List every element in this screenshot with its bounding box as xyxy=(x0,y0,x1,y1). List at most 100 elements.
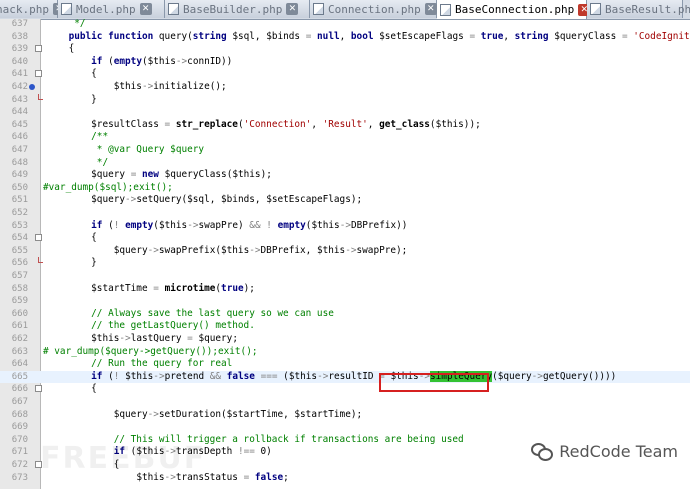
code-line[interactable]: 664 // Run the query for real xyxy=(0,358,690,371)
code-line[interactable]: 667 xyxy=(0,396,690,409)
line-number: 655 xyxy=(11,245,28,256)
code-line[interactable]: 658 $startTime = microtime(true); xyxy=(0,283,690,296)
code-text: * @var Query $query xyxy=(46,144,205,155)
code-line[interactable]: 641 { xyxy=(0,68,690,81)
close-icon[interactable]: ✕ xyxy=(139,3,152,15)
php-file-icon xyxy=(313,3,324,15)
code-text: // Always save the last query so we can … xyxy=(46,307,334,319)
line-number: 643 xyxy=(11,94,28,105)
tab-label: Connection.php xyxy=(328,2,421,16)
line-number: 668 xyxy=(11,409,28,420)
line-number: 672 xyxy=(11,460,28,470)
line-number: 654 xyxy=(11,233,28,244)
code-line[interactable]: 638 public function query(string $sql, $… xyxy=(0,31,690,44)
line-number: 665 xyxy=(11,371,28,382)
code-line[interactable]: 647 * @var Query $query xyxy=(0,144,690,157)
line-number: 647 xyxy=(11,145,28,155)
line-number: 664 xyxy=(11,359,28,370)
code-line[interactable]: 669 xyxy=(0,421,690,434)
line-number: 651 xyxy=(11,195,28,206)
tab-label: BaseBuilder.php xyxy=(183,2,283,16)
line-number: 650 xyxy=(11,182,28,193)
code-text: */ xyxy=(46,156,109,168)
code-line[interactable]: 644 xyxy=(0,106,690,119)
freebuf-watermark: FREEBUF xyxy=(40,441,207,476)
code-line[interactable]: 639 { xyxy=(0,43,690,56)
tab-label: BaseConnection.php xyxy=(455,3,575,16)
code-editor[interactable]: 637 */638 public function query(string $… xyxy=(0,19,690,489)
code-text: /** xyxy=(46,131,109,143)
code-line[interactable]: 645 $resultClass = str_replace('Connecti… xyxy=(0,119,690,132)
code-text: if (empty($this->connID)) xyxy=(91,55,233,67)
wechat-watermark: RedCode Team xyxy=(531,442,678,461)
code-text: $query->swapPrefix($this->DBPrefix, $thi… xyxy=(113,244,408,256)
line-number: 663 xyxy=(11,346,28,357)
code-text: $query = new $queryClass($this); xyxy=(91,169,272,181)
code-line[interactable]: 648 */ xyxy=(0,157,690,170)
fold-toggle-icon[interactable] xyxy=(35,45,42,53)
code-line[interactable]: 665 if (! $this->pretend && false === ($… xyxy=(0,370,690,384)
code-line[interactable]: 643 } xyxy=(0,93,690,107)
line-number: 661 xyxy=(11,321,28,332)
tab-baseresult-php[interactable]: BaseResult.php✕ xyxy=(587,0,690,18)
line-number: 669 xyxy=(11,422,28,433)
close-icon[interactable]: ✕ xyxy=(286,3,299,15)
tab-model-php[interactable]: Model.php ✕ xyxy=(58,0,165,18)
code-line[interactable]: 662 $this->lastQuery = $query; xyxy=(0,333,690,346)
fold-toggle-icon[interactable] xyxy=(35,70,42,78)
line-number: 640 xyxy=(11,56,28,67)
tab-hack-php[interactable]: hack.php✕ xyxy=(0,0,65,18)
code-line[interactable]: 642 $this->initialize(); xyxy=(0,81,690,94)
line-number: 670 xyxy=(11,434,28,445)
php-file-icon xyxy=(590,3,601,15)
line-number: 639 xyxy=(11,44,28,55)
line-number: 642 xyxy=(11,82,28,92)
wechat-icon xyxy=(531,442,554,461)
line-number: 653 xyxy=(11,220,28,231)
editor-tab-bar: hack.php✕Model.php✕BaseBuilder.php✕Conne… xyxy=(0,0,690,20)
code-text: } xyxy=(46,93,97,105)
code-line[interactable]: 652 xyxy=(0,207,690,220)
code-line[interactable]: 649 $query = new $queryClass($this); xyxy=(0,169,690,182)
code-line[interactable]: 668 $query->setDuration($startTime, $sta… xyxy=(0,409,690,422)
line-number: 673 xyxy=(11,472,28,483)
tab-baseconnection-php[interactable]: BaseConnection.php ✕ xyxy=(437,0,591,19)
code-text: { xyxy=(46,383,97,395)
code-text: $query->setDuration($startTime, $startTi… xyxy=(113,408,363,420)
code-text: // the getLastQuery() method. xyxy=(46,320,255,332)
code-line[interactable]: 663 # var_dump($query->getQuery());exit()… xyxy=(0,346,690,359)
code-text: { xyxy=(46,232,97,244)
code-text: // Run the query for real xyxy=(46,358,233,370)
code-line[interactable]: 659 xyxy=(0,295,690,308)
code-line[interactable]: 666 { xyxy=(0,383,690,396)
line-number: 657 xyxy=(11,271,28,281)
breakpoint-marker-icon[interactable] xyxy=(29,84,35,90)
code-line[interactable]: 656 } xyxy=(0,257,690,270)
close-icon[interactable]: ✕ xyxy=(424,3,437,15)
line-number: 667 xyxy=(11,397,28,407)
code-line[interactable]: 661 // the getLastQuery() method. xyxy=(0,320,690,333)
tab-connection-php[interactable]: Connection.php ✕ xyxy=(310,0,437,18)
tab-basebuilder-php[interactable]: BaseBuilder.php ✕ xyxy=(165,0,310,18)
code-line[interactable]: 650 #var_dump($sql);exit(); xyxy=(0,182,690,195)
code-line[interactable]: 646 /** xyxy=(0,131,690,144)
fold-toggle-icon[interactable] xyxy=(35,234,42,242)
code-line[interactable]: 640 if (empty($this->connID)) xyxy=(0,56,690,69)
code-line[interactable]: 655 $query->swapPrefix($this->DBPrefix, … xyxy=(0,245,690,258)
code-line[interactable]: 637 */ xyxy=(0,19,690,31)
line-number: 666 xyxy=(11,384,28,395)
line-number: 671 xyxy=(11,447,28,458)
line-number: 659 xyxy=(11,296,28,307)
code-line[interactable]: 660 // Always save the last query so we … xyxy=(0,308,690,321)
code-text: $this->lastQuery = $query; xyxy=(91,333,238,344)
line-number: 637 xyxy=(11,19,28,29)
line-number: 662 xyxy=(11,334,28,344)
code-line[interactable]: 651 $query->setQuery($sql, $binds, $setE… xyxy=(0,194,690,207)
code-line[interactable]: 657 xyxy=(0,270,690,283)
fold-toggle-icon[interactable] xyxy=(35,385,42,393)
code-line[interactable]: 654 { xyxy=(0,232,690,245)
code-line[interactable]: 653 if (! empty($this->swapPre) && ! emp… xyxy=(0,220,690,233)
tab-label: BaseResult.php xyxy=(605,2,690,16)
code-text: { xyxy=(46,43,75,55)
line-number: 652 xyxy=(11,208,28,218)
